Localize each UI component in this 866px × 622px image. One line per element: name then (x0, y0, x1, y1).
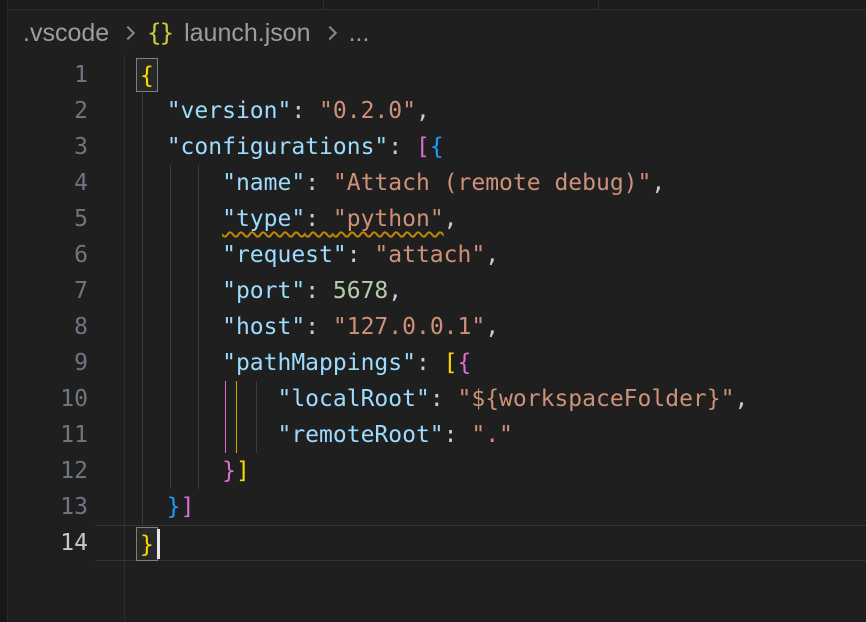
line-number[interactable]: 7 (0, 273, 110, 309)
line-number[interactable]: 13 (0, 489, 110, 525)
code-lines: 1{2 "version": "0.2.0",3 "configurations… (0, 57, 866, 561)
code-line-content[interactable]: "pathMappings": [{ (110, 345, 866, 381)
tab-bar[interactable] (0, 0, 866, 10)
code-line-content[interactable]: "localRoot": "${workspaceFolder}", (110, 381, 866, 417)
code-line-content[interactable]: } (95, 525, 866, 561)
matched-bracket: } (136, 527, 158, 561)
code-line[interactable]: 3 "configurations": [{ (0, 129, 866, 165)
sidebar-edge (0, 0, 8, 622)
code-line[interactable]: 1{ (0, 57, 866, 93)
code-line[interactable]: 10 "localRoot": "${workspaceFolder}", (0, 381, 866, 417)
code-line-content[interactable]: "remoteRoot": "." (110, 417, 866, 453)
breadcrumb-symbol-more[interactable]: ... (349, 19, 370, 48)
tab-separator (323, 0, 324, 10)
json-braces-icon: {} (147, 19, 172, 47)
code-line[interactable]: 8 "host": "127.0.0.1", (0, 309, 866, 345)
code-line-content[interactable]: { (110, 57, 866, 93)
code-line-content[interactable]: "type": "python", (110, 201, 866, 237)
line-number[interactable]: 11 (0, 417, 110, 453)
line-number[interactable]: 14 (0, 525, 110, 561)
line-number[interactable]: 2 (0, 93, 110, 129)
text-cursor (157, 529, 160, 559)
code-line-content[interactable]: "port": 5678, (110, 273, 866, 309)
tab-separator (598, 0, 599, 10)
line-number[interactable]: 8 (0, 309, 110, 345)
code-line[interactable]: 2 "version": "0.2.0", (0, 93, 866, 129)
code-line-content[interactable]: }] (110, 453, 866, 489)
chevron-right-icon (121, 26, 135, 40)
breadcrumb-folder[interactable]: .vscode (23, 19, 109, 48)
breadcrumb: .vscode {} launch.json ... (0, 11, 866, 55)
line-number[interactable]: 4 (0, 165, 110, 201)
code-line-content[interactable]: "configurations": [{ (110, 129, 866, 165)
code-line[interactable]: 9 "pathMappings": [{ (0, 345, 866, 381)
line-number[interactable]: 9 (0, 345, 110, 381)
code-line-content[interactable]: "host": "127.0.0.1", (110, 309, 866, 345)
code-line-content[interactable]: "request": "attach", (110, 237, 866, 273)
code-line[interactable]: 7 "port": 5678, (0, 273, 866, 309)
line-number[interactable]: 10 (0, 381, 110, 417)
code-line[interactable]: 4 "name": "Attach (remote debug)", (0, 165, 866, 201)
line-number[interactable]: 6 (0, 237, 110, 273)
code-line[interactable]: 6 "request": "attach", (0, 237, 866, 273)
chevron-right-icon (322, 26, 336, 40)
line-number[interactable]: 5 (0, 201, 110, 237)
code-line[interactable]: 13 }] (0, 489, 866, 525)
editor[interactable]: 1{2 "version": "0.2.0",3 "configurations… (0, 55, 866, 622)
code-line[interactable]: 12 }] (0, 453, 866, 489)
line-number[interactable]: 12 (0, 453, 110, 489)
code-line-content[interactable]: }] (110, 489, 866, 525)
code-line[interactable]: 5 "type": "python", (0, 201, 866, 237)
code-line-content[interactable]: "name": "Attach (remote debug)", (110, 165, 866, 201)
code-line[interactable]: 14} (0, 525, 866, 561)
breadcrumb-file[interactable]: launch.json (184, 19, 310, 48)
line-number[interactable]: 1 (0, 57, 110, 93)
matched-bracket: { (136, 58, 158, 92)
code-line[interactable]: 11 "remoteRoot": "." (0, 417, 866, 453)
line-number[interactable]: 3 (0, 129, 110, 165)
code-line-content[interactable]: "version": "0.2.0", (110, 93, 866, 129)
